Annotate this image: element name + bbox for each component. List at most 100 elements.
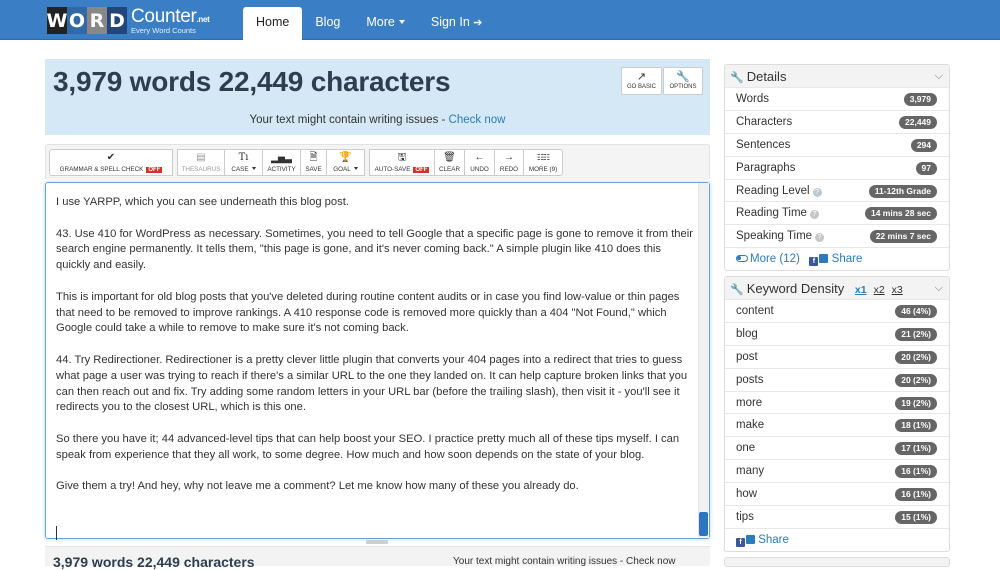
nav-sign-in-label: Sign In [430, 15, 470, 29]
nav-sign-in[interactable]: Sign In ➔ [418, 7, 496, 40]
logo-tld: .net [196, 15, 210, 24]
detail-label: Speaking Time [736, 230, 813, 243]
wrench-icon: 🔧 [730, 72, 744, 84]
nav-more[interactable]: More [353, 7, 417, 40]
editor-toolbar: ✔ GRAMMAR & SPELL CHECK OFF ▤ THESAURUS T… [45, 144, 710, 179]
detail-value: 22,449 [899, 115, 937, 129]
chevron-down-icon[interactable]: ⌵ [935, 277, 943, 300]
logo-letter: R [87, 7, 107, 34]
help-icon[interactable]: ? [815, 233, 825, 243]
details-share-link[interactable]: f Share [809, 253, 863, 267]
detail-value: 294 [910, 138, 937, 152]
undo-button[interactable]: ← UNDO [464, 149, 495, 176]
floppy-disk-icon: 🖫 [397, 152, 407, 163]
writing-issues-text: Your text might contain writing issues - [249, 114, 449, 126]
keyword-count: 17 (1%) [895, 442, 937, 456]
twitter-icon [819, 254, 829, 264]
editor-paragraph: 44. Try Redirectioner. Redirectioner is … [56, 353, 688, 414]
case-button[interactable]: Tı CASE [224, 149, 263, 176]
detail-row: Reading Time? 14 mins 28 sec [725, 202, 949, 226]
detail-row: Reading Level? 11-12th Grade [725, 180, 949, 203]
wrench-icon: 🔧 [730, 284, 744, 296]
nav-home[interactable]: Home [243, 7, 303, 40]
keyword: blog [736, 327, 758, 340]
go-basic-button[interactable]: ↗ GO BASIC [621, 67, 662, 95]
bottom-word-character-count: 3,979 words 22,449 characters [53, 554, 255, 570]
editor-scrollbar[interactable] [698, 183, 709, 538]
more-tools-label: MORE (9) [528, 166, 558, 173]
logo-brand-name: Counter [131, 6, 197, 27]
detail-value: 11-12th Grade [868, 184, 937, 198]
save-button[interactable]: 🗎 SAVE [300, 149, 327, 176]
next-panel-header [724, 557, 950, 567]
more-details-link[interactable]: More (12) [736, 253, 800, 265]
text-editor[interactable]: I use YARPP, which you can see underneat… [45, 182, 710, 540]
keyword: more [736, 396, 763, 409]
check-now-link[interactable]: Check now [449, 114, 506, 126]
keyword: posts [736, 373, 764, 386]
detail-label: Reading Level [736, 184, 810, 197]
detail-value: 14 mins 28 sec [864, 207, 937, 221]
logo-letter: D [107, 7, 127, 34]
goal-button[interactable]: 🏆 GOAL [326, 149, 365, 176]
keyword-row: post 20 (2%) [725, 346, 949, 369]
redo-button[interactable]: → REDO [494, 149, 524, 176]
auto-save-button[interactable]: 🖫 AUTO-SAVE OFF [369, 149, 435, 176]
clear-button[interactable]: 🗑 CLEAR [434, 149, 465, 176]
redo-label: REDO [499, 166, 519, 173]
keyword-share-link[interactable]: f Share [736, 533, 789, 547]
keyword-row: make 18 (1%) [725, 414, 949, 438]
keyword-count: 21 (2%) [895, 327, 937, 341]
detail-value: 22 mins 7 sec [869, 230, 937, 244]
nav-blog[interactable]: Blog [302, 7, 353, 40]
goal-label: GOAL [333, 166, 351, 173]
editor-paragraph: So there you have it; 44 advanced-level … [56, 432, 680, 461]
arrow-right-icon: → [504, 152, 514, 163]
toggle-icon [736, 255, 748, 263]
caret-down-icon [251, 167, 256, 170]
save-label: SAVE [305, 166, 322, 173]
text-case-icon: Tı [238, 152, 249, 163]
keyword-count: 19 (2%) [895, 396, 937, 410]
share-label: Share [831, 253, 863, 266]
grammar-spell-check-button[interactable]: ✔ GRAMMAR & SPELL CHECK OFF [49, 149, 173, 176]
editor-resize-handle[interactable] [366, 540, 388, 544]
keyword-count: 46 (4%) [895, 305, 937, 318]
options-button[interactable]: 🔧 OPTIONS [663, 67, 703, 95]
editor-paragraph: This is important for old blog posts tha… [56, 290, 680, 335]
clear-label: CLEAR [439, 166, 460, 173]
thesaurus-button[interactable]: ▤ THESAURUS [177, 149, 225, 176]
details-header[interactable]: 🔧 Details ⌵ [725, 65, 949, 88]
keyword-density-panel: 🔧 Keyword Density x1 x2 x3 ⌵ content 46 (4%)… [724, 276, 950, 552]
details-title: Details [746, 69, 787, 84]
keyword-row: content 46 (4%) [725, 300, 949, 323]
keyword-count: 16 (1%) [895, 488, 937, 502]
help-icon[interactable]: ? [809, 210, 819, 220]
logo-letter: W [47, 7, 67, 34]
logo-letter: O [67, 7, 87, 34]
keyword-density-tabs: x1 x2 x3 [848, 281, 903, 296]
help-icon[interactable]: ? [812, 187, 822, 197]
chevron-down-icon[interactable]: ⌵ [935, 65, 943, 88]
sign-in-icon: ➔ [473, 17, 483, 29]
main-nav: Home Blog More Sign In ➔ [243, 7, 495, 40]
editor-paragraph: 43. Use 410 for WordPress as necessary. … [56, 227, 693, 272]
activity-button[interactable]: ▂▅▃ ACTIVITY [262, 149, 301, 176]
editor-content[interactable]: I use YARPP, which you can see underneat… [56, 195, 696, 511]
editor-scrollbar-thumb[interactable] [699, 512, 708, 536]
caret-down-icon [398, 20, 405, 24]
keyword-density-footer: f Share [725, 529, 949, 551]
tab-x2[interactable]: x2 [874, 284, 885, 296]
share-label: Share [758, 533, 789, 546]
off-badge: OFF [146, 167, 163, 173]
site-logo[interactable]: W O R D Counter.net Every Word Counts [47, 7, 210, 34]
logo-tagline: Every Word Counts [131, 26, 196, 35]
go-basic-label: GO BASIC [626, 84, 656, 90]
bar-chart-icon: ▂▅▃ [271, 153, 292, 163]
detail-label: Paragraphs [736, 161, 796, 174]
tab-x3[interactable]: x3 [892, 284, 903, 296]
tab-x1[interactable]: x1 [855, 284, 867, 296]
detail-label: Sentences [736, 138, 791, 151]
save-file-icon: 🗎 [309, 152, 318, 163]
more-tools-button[interactable]: ☷☷ MORE (9) [523, 149, 563, 176]
